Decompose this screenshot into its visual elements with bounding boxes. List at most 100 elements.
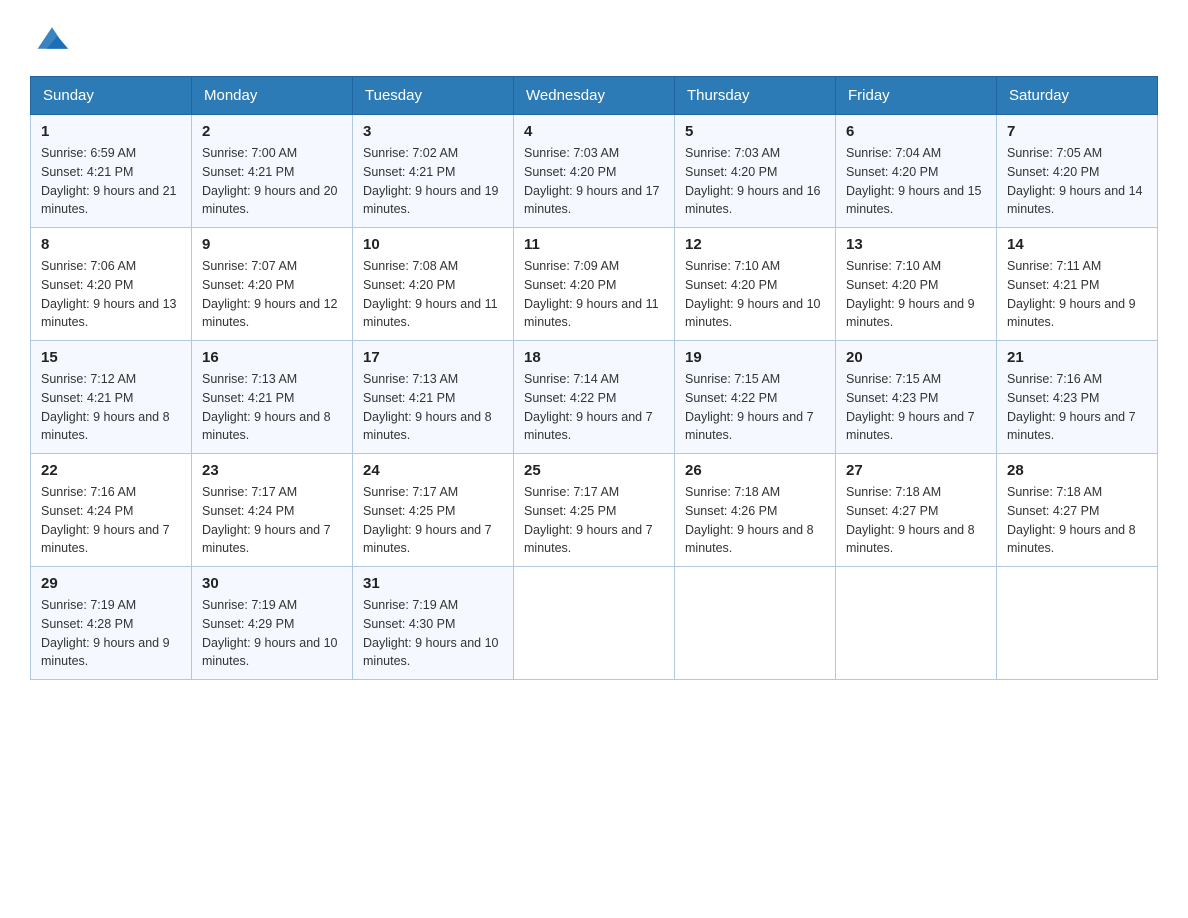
daylight-label: Daylight: 9 hours and 8 minutes. (1007, 523, 1136, 556)
sunrise-label: Sunrise: 7:08 AM (363, 259, 458, 273)
sunset-label: Sunset: 4:20 PM (524, 278, 616, 292)
calendar-cell: 8 Sunrise: 7:06 AM Sunset: 4:20 PM Dayli… (31, 228, 192, 341)
sunset-label: Sunset: 4:27 PM (846, 504, 938, 518)
day-number: 3 (363, 123, 503, 140)
sunset-label: Sunset: 4:20 PM (41, 278, 133, 292)
daylight-label: Daylight: 9 hours and 7 minutes. (846, 410, 975, 443)
sunset-label: Sunset: 4:25 PM (524, 504, 616, 518)
day-number: 10 (363, 236, 503, 253)
day-number: 26 (685, 462, 825, 479)
day-info: Sunrise: 7:19 AM Sunset: 4:29 PM Dayligh… (202, 596, 342, 671)
sunrise-label: Sunrise: 7:15 AM (846, 372, 941, 386)
calendar-cell: 23 Sunrise: 7:17 AM Sunset: 4:24 PM Dayl… (192, 454, 353, 567)
sunset-label: Sunset: 4:22 PM (685, 391, 777, 405)
sunset-label: Sunset: 4:20 PM (846, 165, 938, 179)
daylight-label: Daylight: 9 hours and 8 minutes. (41, 410, 170, 443)
day-number: 13 (846, 236, 986, 253)
day-info: Sunrise: 7:13 AM Sunset: 4:21 PM Dayligh… (202, 370, 342, 445)
sunrise-label: Sunrise: 7:00 AM (202, 146, 297, 160)
calendar-cell (997, 567, 1158, 680)
calendar-cell: 21 Sunrise: 7:16 AM Sunset: 4:23 PM Dayl… (997, 341, 1158, 454)
day-info: Sunrise: 7:02 AM Sunset: 4:21 PM Dayligh… (363, 144, 503, 219)
day-number: 21 (1007, 349, 1147, 366)
sunset-label: Sunset: 4:21 PM (202, 165, 294, 179)
sunset-label: Sunset: 4:20 PM (1007, 165, 1099, 179)
sunset-label: Sunset: 4:21 PM (202, 391, 294, 405)
weekday-header-saturday: Saturday (997, 77, 1158, 115)
sunrise-label: Sunrise: 7:05 AM (1007, 146, 1102, 160)
calendar-cell: 26 Sunrise: 7:18 AM Sunset: 4:26 PM Dayl… (675, 454, 836, 567)
calendar-cell (836, 567, 997, 680)
calendar-cell: 13 Sunrise: 7:10 AM Sunset: 4:20 PM Dayl… (836, 228, 997, 341)
calendar-cell: 2 Sunrise: 7:00 AM Sunset: 4:21 PM Dayli… (192, 115, 353, 228)
sunset-label: Sunset: 4:20 PM (202, 278, 294, 292)
calendar-cell: 3 Sunrise: 7:02 AM Sunset: 4:21 PM Dayli… (353, 115, 514, 228)
sunrise-label: Sunrise: 7:16 AM (1007, 372, 1102, 386)
day-info: Sunrise: 7:17 AM Sunset: 4:25 PM Dayligh… (524, 483, 664, 558)
sunset-label: Sunset: 4:20 PM (685, 278, 777, 292)
day-info: Sunrise: 7:07 AM Sunset: 4:20 PM Dayligh… (202, 257, 342, 332)
sunrise-label: Sunrise: 7:09 AM (524, 259, 619, 273)
day-number: 25 (524, 462, 664, 479)
daylight-label: Daylight: 9 hours and 7 minutes. (41, 523, 170, 556)
daylight-label: Daylight: 9 hours and 7 minutes. (363, 523, 492, 556)
day-number: 9 (202, 236, 342, 253)
calendar-cell: 19 Sunrise: 7:15 AM Sunset: 4:22 PM Dayl… (675, 341, 836, 454)
calendar-cell: 29 Sunrise: 7:19 AM Sunset: 4:28 PM Dayl… (31, 567, 192, 680)
sunset-label: Sunset: 4:21 PM (41, 165, 133, 179)
daylight-label: Daylight: 9 hours and 20 minutes. (202, 184, 338, 217)
weekday-row: SundayMondayTuesdayWednesdayThursdayFrid… (31, 77, 1158, 115)
calendar-cell: 1 Sunrise: 6:59 AM Sunset: 4:21 PM Dayli… (31, 115, 192, 228)
calendar-cell (675, 567, 836, 680)
calendar-cell: 11 Sunrise: 7:09 AM Sunset: 4:20 PM Dayl… (514, 228, 675, 341)
daylight-label: Daylight: 9 hours and 11 minutes. (524, 297, 659, 330)
sunset-label: Sunset: 4:27 PM (1007, 504, 1099, 518)
sunrise-label: Sunrise: 7:19 AM (41, 598, 136, 612)
daylight-label: Daylight: 9 hours and 10 minutes. (685, 297, 821, 330)
sunrise-label: Sunrise: 7:06 AM (41, 259, 136, 273)
sunset-label: Sunset: 4:21 PM (1007, 278, 1099, 292)
sunrise-label: Sunrise: 7:12 AM (41, 372, 136, 386)
day-number: 1 (41, 123, 181, 140)
day-info: Sunrise: 7:05 AM Sunset: 4:20 PM Dayligh… (1007, 144, 1147, 219)
daylight-label: Daylight: 9 hours and 10 minutes. (202, 636, 338, 669)
sunrise-label: Sunrise: 7:17 AM (363, 485, 458, 499)
sunrise-label: Sunrise: 7:19 AM (202, 598, 297, 612)
day-number: 8 (41, 236, 181, 253)
sunset-label: Sunset: 4:21 PM (363, 391, 455, 405)
day-info: Sunrise: 7:12 AM Sunset: 4:21 PM Dayligh… (41, 370, 181, 445)
sunrise-label: Sunrise: 7:04 AM (846, 146, 941, 160)
logo (30, 20, 70, 56)
sunrise-label: Sunrise: 7:17 AM (202, 485, 297, 499)
daylight-label: Daylight: 9 hours and 8 minutes. (685, 523, 814, 556)
day-info: Sunrise: 7:18 AM Sunset: 4:27 PM Dayligh… (846, 483, 986, 558)
day-number: 2 (202, 123, 342, 140)
calendar-week-row: 15 Sunrise: 7:12 AM Sunset: 4:21 PM Dayl… (31, 341, 1158, 454)
day-info: Sunrise: 7:11 AM Sunset: 4:21 PM Dayligh… (1007, 257, 1147, 332)
calendar-cell: 7 Sunrise: 7:05 AM Sunset: 4:20 PM Dayli… (997, 115, 1158, 228)
sunrise-label: Sunrise: 7:16 AM (41, 485, 136, 499)
day-info: Sunrise: 7:00 AM Sunset: 4:21 PM Dayligh… (202, 144, 342, 219)
daylight-label: Daylight: 9 hours and 11 minutes. (363, 297, 498, 330)
day-info: Sunrise: 7:10 AM Sunset: 4:20 PM Dayligh… (846, 257, 986, 332)
sunrise-label: Sunrise: 7:10 AM (846, 259, 941, 273)
day-number: 24 (363, 462, 503, 479)
sunrise-label: Sunrise: 7:03 AM (685, 146, 780, 160)
day-info: Sunrise: 7:17 AM Sunset: 4:24 PM Dayligh… (202, 483, 342, 558)
daylight-label: Daylight: 9 hours and 19 minutes. (363, 184, 499, 217)
day-number: 5 (685, 123, 825, 140)
daylight-label: Daylight: 9 hours and 7 minutes. (202, 523, 331, 556)
sunrise-label: Sunrise: 7:13 AM (363, 372, 458, 386)
calendar-table: SundayMondayTuesdayWednesdayThursdayFrid… (30, 76, 1158, 680)
weekday-header-friday: Friday (836, 77, 997, 115)
day-number: 19 (685, 349, 825, 366)
calendar-cell: 10 Sunrise: 7:08 AM Sunset: 4:20 PM Dayl… (353, 228, 514, 341)
sunrise-label: Sunrise: 6:59 AM (41, 146, 136, 160)
day-number: 16 (202, 349, 342, 366)
day-number: 12 (685, 236, 825, 253)
day-number: 18 (524, 349, 664, 366)
daylight-label: Daylight: 9 hours and 16 minutes. (685, 184, 821, 217)
calendar-cell: 28 Sunrise: 7:18 AM Sunset: 4:27 PM Dayl… (997, 454, 1158, 567)
calendar-cell: 27 Sunrise: 7:18 AM Sunset: 4:27 PM Dayl… (836, 454, 997, 567)
logo-icon (34, 20, 70, 56)
